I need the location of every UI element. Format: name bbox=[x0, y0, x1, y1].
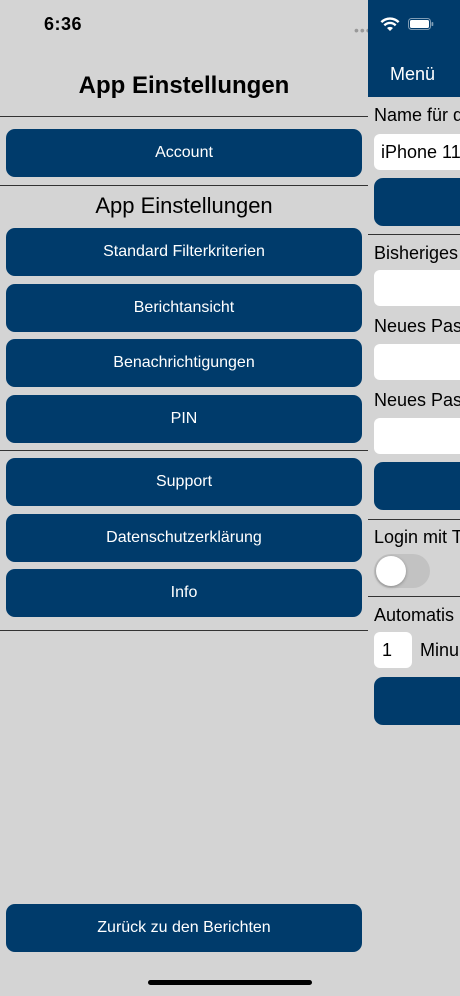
settings-panel: App Einstellungen Account App Einstellun… bbox=[0, 0, 368, 996]
privacy-policy-button[interactable]: Datenschutzerklärung bbox=[6, 514, 362, 562]
change-password-button[interactable] bbox=[374, 462, 460, 510]
minutes-label: Minu bbox=[420, 640, 460, 660]
save-device-name-button[interactable] bbox=[374, 178, 460, 226]
minutes-input[interactable]: 1 bbox=[374, 632, 412, 668]
menu-title[interactable]: Menü bbox=[390, 64, 435, 85]
divider bbox=[368, 234, 460, 235]
divider bbox=[368, 519, 460, 520]
login-label: Login mit T bbox=[374, 527, 460, 547]
new-password-repeat-input[interactable] bbox=[374, 418, 460, 454]
auto-logout-label: Automatis bbox=[374, 605, 455, 625]
divider bbox=[0, 450, 368, 451]
info-button[interactable]: Info bbox=[6, 569, 362, 617]
pin-button[interactable]: PIN bbox=[6, 395, 362, 443]
divider bbox=[0, 630, 368, 631]
support-button[interactable]: Support bbox=[6, 458, 362, 506]
toggle-knob bbox=[376, 556, 406, 586]
account-button[interactable]: Account bbox=[6, 129, 362, 177]
divider bbox=[0, 116, 368, 117]
page-title: App Einstellungen bbox=[78, 72, 290, 99]
divider bbox=[368, 596, 460, 597]
nav-header: Menü bbox=[368, 0, 460, 97]
section-title: App Einstellungen bbox=[95, 193, 273, 218]
notifications-button[interactable]: Benachrichtigungen bbox=[6, 339, 362, 387]
wifi-icon bbox=[380, 17, 400, 31]
filter-criteria-button[interactable]: Standard Filterkriterien bbox=[6, 228, 362, 276]
account-panel: Menü Name für d iPhone 11 Bisheriges Neu… bbox=[368, 0, 460, 996]
new-password-repeat-label: Neues Pas bbox=[374, 390, 460, 410]
old-password-input[interactable] bbox=[374, 270, 460, 306]
divider bbox=[0, 185, 368, 186]
back-to-reports-button[interactable]: Zurück zu den Berichten bbox=[6, 904, 362, 952]
save-auto-logout-button[interactable] bbox=[374, 677, 460, 725]
report-view-button[interactable]: Berichtansicht bbox=[6, 284, 362, 332]
new-password-input[interactable] bbox=[374, 344, 460, 380]
device-name-input[interactable]: iPhone 11 bbox=[374, 134, 460, 170]
new-password-label: Neues Pas bbox=[374, 316, 460, 336]
login-toggle[interactable] bbox=[374, 554, 430, 588]
old-password-label: Bisheriges bbox=[374, 243, 459, 263]
battery-icon bbox=[408, 18, 434, 30]
home-indicator bbox=[148, 980, 312, 985]
device-name-label: Name für d bbox=[374, 105, 460, 125]
